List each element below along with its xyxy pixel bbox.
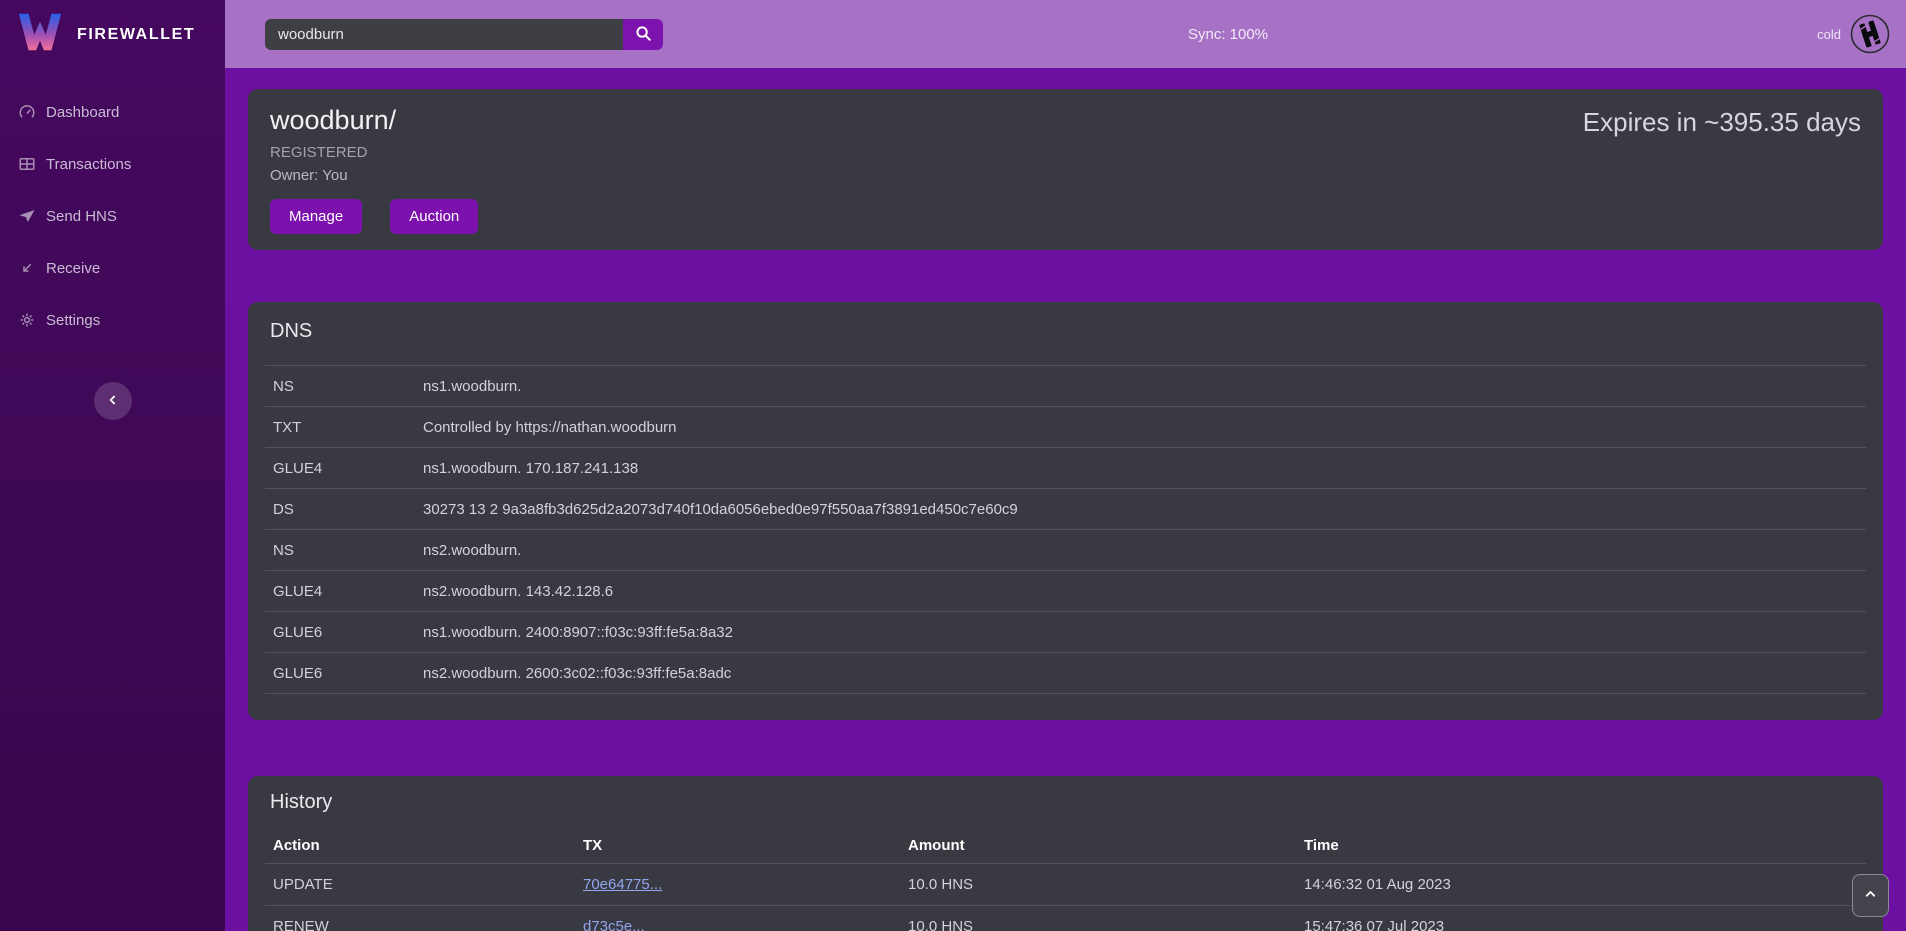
- dns-table: NS ns1.woodburn. TXT Controlled by https…: [265, 365, 1866, 694]
- dns-record-type: NS: [265, 530, 415, 571]
- history-time: 14:46:32 01 Aug 2023: [1296, 864, 1866, 906]
- sync-status: Sync: 100%: [1188, 26, 1268, 43]
- history-time: 15:47:36 07 Jul 2023: [1296, 906, 1866, 931]
- dns-row: GLUE4 ns1.woodburn. 170.187.241.138: [265, 448, 1866, 489]
- sidebar: FIREWALLET Dashboard Transactions: [0, 0, 225, 931]
- sidebar-nav: Dashboard Transactions Send HNS: [0, 68, 225, 354]
- history-row: UPDATE 70e64775... 10.0 HNS 14:46:32 01 …: [265, 864, 1866, 906]
- search-button[interactable]: [623, 19, 663, 50]
- wallet-group: cold: [1817, 14, 1890, 54]
- auction-button[interactable]: Auction: [390, 199, 478, 234]
- chevron-left-icon: [106, 393, 120, 410]
- history-header-action: Action: [265, 828, 575, 864]
- dns-record-type: GLUE6: [265, 612, 415, 653]
- history-row: RENEW d73c5e... 10.0 HNS 15:47:36 07 Jul…: [265, 906, 1866, 931]
- wallet-mode-label: cold: [1817, 27, 1841, 42]
- domain-expiry: Expires in ~395.35 days: [1583, 107, 1861, 138]
- sidebar-item-label: Transactions: [46, 156, 131, 173]
- scroll-top-button[interactable]: [1852, 874, 1889, 917]
- topbar: Sync: 100% cold: [225, 0, 1906, 68]
- dns-record-value: ns1.woodburn. 2400:8907::f03c:93ff:fe5a:…: [415, 612, 1866, 653]
- domain-card: woodburn/ REGISTERED Owner: You Manage A…: [248, 89, 1883, 250]
- dns-title: DNS: [270, 320, 1861, 343]
- app-title: FIREWALLET: [77, 26, 195, 44]
- dns-row: GLUE4 ns2.woodburn. 143.42.128.6: [265, 571, 1866, 612]
- history-table: Action TX Amount Time UPDATE 70e64775...…: [265, 828, 1866, 931]
- main-content: woodburn/ REGISTERED Owner: You Manage A…: [225, 68, 1906, 931]
- arrow-down-left-icon: [18, 259, 36, 277]
- history-amount: 10.0 HNS: [900, 864, 1296, 906]
- dns-record-type: GLUE4: [265, 448, 415, 489]
- history-title: History: [270, 791, 1861, 814]
- dns-card: DNS NS ns1.woodburn. TXT Controlled by h…: [248, 302, 1883, 720]
- tx-link[interactable]: d73c5e...: [583, 918, 645, 931]
- dns-record-type: TXT: [265, 407, 415, 448]
- dns-record-value: ns1.woodburn.: [415, 366, 1866, 407]
- history-amount: 10.0 HNS: [900, 906, 1296, 931]
- sidebar-item-send-hns[interactable]: Send HNS: [0, 198, 225, 234]
- history-header-tx: TX: [575, 828, 900, 864]
- search-group: [265, 19, 663, 50]
- dns-record-value: ns2.woodburn.: [415, 530, 1866, 571]
- manage-button[interactable]: Manage: [270, 199, 362, 234]
- history-header-amount: Amount: [900, 828, 1296, 864]
- dashboard-icon: [18, 103, 36, 121]
- sidebar-item-label: Receive: [46, 260, 100, 277]
- gear-icon: [18, 311, 36, 329]
- sidebar-item-dashboard[interactable]: Dashboard: [0, 94, 225, 130]
- dns-row: DS 30273 13 2 9a3a8fb3d625d2a2073d740f10…: [265, 489, 1866, 530]
- sidebar-item-label: Dashboard: [46, 104, 119, 121]
- history-card: History Action TX Amount Time UPDATE: [248, 776, 1883, 931]
- main-column: Sync: 100% cold: [225, 0, 1906, 931]
- domain-owner: Owner: You: [270, 166, 1861, 186]
- dns-record-value: ns2.woodburn. 2600:3c02::f03c:93ff:fe5a:…: [415, 653, 1866, 694]
- tx-link[interactable]: 70e64775...: [583, 876, 662, 893]
- sidebar-item-label: Send HNS: [46, 208, 117, 225]
- search-icon: [634, 24, 652, 45]
- dns-record-value: ns1.woodburn. 170.187.241.138: [415, 448, 1866, 489]
- table-icon: [18, 155, 36, 173]
- dns-record-type: NS: [265, 366, 415, 407]
- paper-plane-icon: [18, 207, 36, 225]
- domain-status: REGISTERED: [270, 143, 1861, 163]
- history-header-time: Time: [1296, 828, 1866, 864]
- dns-record-type: GLUE6: [265, 653, 415, 694]
- dns-record-value: ns2.woodburn. 143.42.128.6: [415, 571, 1866, 612]
- dns-row: NS ns2.woodburn.: [265, 530, 1866, 571]
- handshake-logo-icon[interactable]: [1850, 14, 1890, 54]
- search-input[interactable]: [265, 19, 623, 50]
- sidebar-item-transactions[interactable]: Transactions: [0, 146, 225, 182]
- sidebar-item-label: Settings: [46, 312, 100, 329]
- history-header-row: Action TX Amount Time: [265, 828, 1866, 864]
- history-action: RENEW: [265, 906, 575, 931]
- chevron-up-icon: [1863, 887, 1878, 905]
- history-action: UPDATE: [265, 864, 575, 906]
- dns-record-value: 30273 13 2 9a3a8fb3d625d2a2073d740f10da6…: [415, 489, 1866, 530]
- firewallet-logo-icon: [17, 11, 63, 58]
- app-logo-row: FIREWALLET: [0, 0, 225, 68]
- dns-row: TXT Controlled by https://nathan.woodbur…: [265, 407, 1866, 448]
- sidebar-item-settings[interactable]: Settings: [0, 302, 225, 338]
- dns-row: GLUE6 ns1.woodburn. 2400:8907::f03c:93ff…: [265, 612, 1866, 653]
- dns-row: GLUE6 ns2.woodburn. 2600:3c02::f03c:93ff…: [265, 653, 1866, 694]
- sidebar-collapse-button[interactable]: [94, 382, 132, 420]
- dns-row: NS ns1.woodburn.: [265, 366, 1866, 407]
- dns-record-value: Controlled by https://nathan.woodburn: [415, 407, 1866, 448]
- dns-record-type: GLUE4: [265, 571, 415, 612]
- sidebar-item-receive[interactable]: Receive: [0, 250, 225, 286]
- dns-record-type: DS: [265, 489, 415, 530]
- domain-actions: Manage Auction: [270, 199, 1861, 234]
